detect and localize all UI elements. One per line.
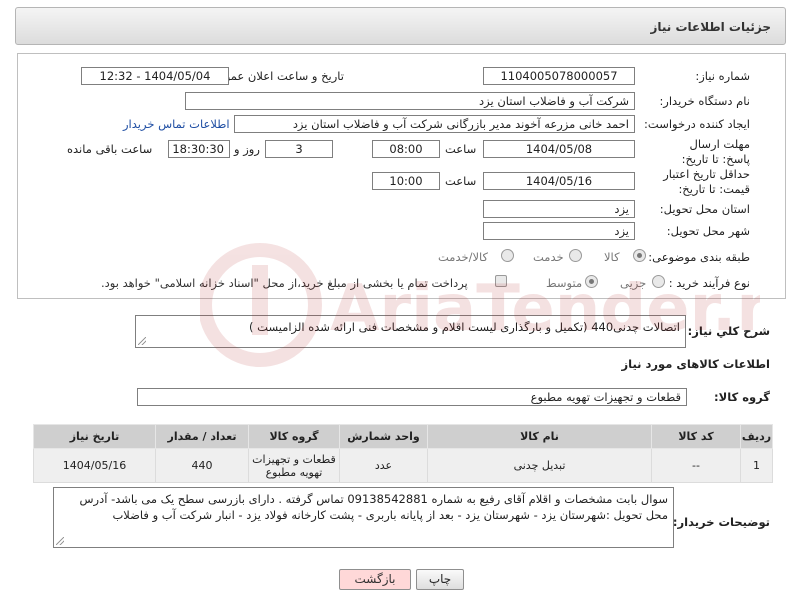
city-label: شهر محل تحویل: <box>666 224 750 238</box>
category-radio-goods[interactable] <box>633 249 646 262</box>
days-label: روز و <box>234 142 260 156</box>
col-row: ردیف <box>740 424 773 449</box>
goods-group-label: گروه کالا: <box>714 390 770 404</box>
description-text: اتصالات چدنی440 (تکمیل و بارگذاری لیست ا… <box>249 320 680 334</box>
col-date: تاریخ نیاز <box>33 424 156 449</box>
col-code: کد کالا <box>651 424 741 449</box>
category-radio-goods-service-label: کالا/خدمت <box>438 250 489 264</box>
cell-code: -- <box>651 448 741 483</box>
cell-qty: 440 <box>155 448 249 483</box>
process-radio-minor[interactable] <box>652 275 665 288</box>
buyer-notes-label: توضیحات خریدار: <box>672 515 770 529</box>
category-radio-service-label: خدمت <box>533 250 564 264</box>
buyer-notes-textarea[interactable]: سوال بابت مشخصات و اقلام آقای رفیع به شم… <box>53 487 674 548</box>
deadline-time-label: ساعت <box>445 142 477 156</box>
province-field[interactable]: یزد <box>483 200 635 218</box>
back-button[interactable]: بازگشت <box>339 569 411 590</box>
description-label: شرح کلي نياز: <box>687 324 770 338</box>
treasury-payment-note: پرداخت تمام یا بخشی از مبلغ خرید،از محل … <box>101 276 468 290</box>
process-radio-minor-label: جزیی <box>620 276 647 290</box>
days-field[interactable]: 3 <box>265 140 333 158</box>
table-header-row: ردیف کد کالا نام کالا واحد شمارش گروه کا… <box>33 424 773 449</box>
need-number-label: شماره نیاز: <box>695 69 750 83</box>
table-row[interactable]: 1 -- تبدیل چدنی عدد قطعات و تجهیزات تهوی… <box>33 448 773 483</box>
description-textarea[interactable]: اتصالات چدنی440 (تکمیل و بارگذاری لیست ا… <box>135 315 686 348</box>
resize-handle[interactable] <box>56 537 64 545</box>
category-radio-goods-label: کالا <box>604 250 620 264</box>
buyer-notes-text: سوال بابت مشخصات و اقلام آقای رفیع به شم… <box>79 492 668 522</box>
col-qty: تعداد / مقدار <box>155 424 249 449</box>
city-field[interactable]: یزد <box>483 222 635 240</box>
cell-name: تبدیل چدنی <box>427 448 652 483</box>
buyer-org-label: نام دستگاه خریدار: <box>659 94 750 108</box>
requester-label: ایجاد کننده درخواست: <box>644 117 750 131</box>
cell-row: 1 <box>740 448 773 483</box>
requester-field[interactable]: احمد خانی مزرعه آخوند مدیر بازرگانی شرکت… <box>234 115 635 133</box>
remaining-label: ساعت باقی مانده <box>67 142 153 156</box>
remaining-time-field[interactable]: 18:30:30 <box>168 140 230 158</box>
deadline-label: مهلت ارسال پاسخ: تا تاریخ: <box>681 137 750 166</box>
need-number-field[interactable]: 1104005078000057 <box>483 67 635 85</box>
resize-handle[interactable] <box>138 337 146 345</box>
cell-group: قطعات و تجهیزات تهویه مطبوع <box>248 448 340 483</box>
category-radio-goods-service[interactable] <box>501 249 514 262</box>
page-header: جزئیات اطلاعات نیاز <box>15 7 786 45</box>
price-validity-date-field[interactable]: 1404/05/16 <box>483 172 635 190</box>
price-validity-time-label: ساعت <box>445 174 477 188</box>
price-validity-time-field[interactable]: 10:00 <box>372 172 440 190</box>
announce-field[interactable]: 1404/05/04 - 12:32 <box>81 67 229 85</box>
col-name: نام کالا <box>427 424 652 449</box>
category-label: طبقه بندی موضوعی: <box>648 250 750 264</box>
category-radio-service[interactable] <box>569 249 582 262</box>
page-title: جزئیات اطلاعات نیاز <box>650 20 771 34</box>
buyer-org-field[interactable]: شرکت آب و فاضلاب استان یزد <box>185 92 635 110</box>
print-button[interactable]: چاپ <box>416 569 464 590</box>
deadline-date-field[interactable]: 1404/05/08 <box>483 140 635 158</box>
goods-group-field[interactable]: قطعات و تجهیزات تهویه مطبوع <box>137 388 687 406</box>
cell-date: 1404/05/16 <box>33 448 156 483</box>
goods-table: ردیف کد کالا نام کالا واحد شمارش گروه کا… <box>33 424 773 483</box>
cell-unit: عدد <box>339 448 428 483</box>
price-validity-label: حداقل تاریخ اعتبار قیمت: تا تاریخ: <box>663 167 750 196</box>
col-unit: واحد شمارش <box>339 424 428 449</box>
goods-info-title: اطلاعات کالاهای مورد نیاز <box>621 357 770 371</box>
province-label: استان محل تحویل: <box>659 202 750 216</box>
col-group: گروه کالا <box>248 424 340 449</box>
process-radio-medium[interactable] <box>585 275 598 288</box>
deadline-time-field[interactable]: 08:00 <box>372 140 440 158</box>
process-radio-medium-label: متوسط <box>546 276 583 290</box>
process-label: نوع فرآیند خرید : <box>668 276 750 290</box>
buyer-contact-link[interactable]: اطلاعات تماس خریدار <box>123 117 230 131</box>
treasury-payment-checkbox[interactable] <box>495 275 507 287</box>
